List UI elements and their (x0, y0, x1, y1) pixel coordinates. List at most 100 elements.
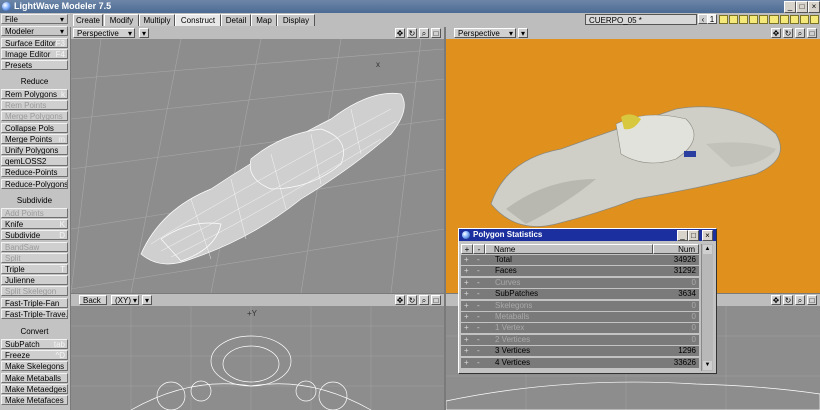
sidebar-tool-button[interactable]: Knife K (1, 219, 68, 230)
tab-modify[interactable]: Modify (104, 14, 139, 26)
rotate-icon[interactable]: ↻ (783, 295, 793, 305)
minus-icon[interactable]: - (477, 312, 480, 322)
plus-icon[interactable]: + (464, 266, 469, 276)
sidebar-tool-button[interactable]: Split (1, 252, 68, 263)
sidebar-tool-button[interactable]: Collapse Pols (1, 122, 68, 133)
plus-icon[interactable]: + (464, 358, 469, 368)
maximize-icon[interactable]: □ (431, 28, 441, 38)
sidebar-tool-button[interactable]: Reduce-Points (1, 167, 68, 178)
layer-button[interactable] (799, 15, 809, 24)
stats-row[interactable]: + - Curves 0 (461, 277, 699, 288)
sidebar-tool-button[interactable]: Fast-Triple-Fan (1, 297, 68, 308)
sidebar-tool-button[interactable]: Make Skelegons (1, 361, 68, 372)
view-type-dropdown[interactable]: Perspective ▾ (454, 28, 516, 38)
stats-row[interactable]: + - 4 Vertices 33626 (461, 357, 699, 368)
tab-display[interactable]: Display (277, 14, 315, 26)
file-menu[interactable]: File ▾ (1, 14, 68, 24)
axis-dropdown[interactable]: (XY) ▾ (111, 295, 139, 305)
minus-icon[interactable]: - (477, 358, 480, 368)
minus-icon[interactable]: - (477, 266, 480, 276)
sidebar-tool-button[interactable]: Split Skelegon (1, 286, 68, 297)
sidebar-tool-button[interactable]: Merge Polygons (1, 111, 68, 122)
minus-icon[interactable]: - (477, 255, 480, 265)
sidebar-tool-button[interactable]: Rem Points (1, 100, 68, 111)
minus-icon[interactable]: - (477, 346, 480, 356)
zoom-icon[interactable]: ⌕ (795, 295, 805, 305)
surface-editor-button[interactable]: Surface Editor F3 (1, 38, 68, 48)
tab-construct[interactable]: Construct (175, 14, 221, 26)
render-mode-dropdown-icon[interactable]: ▾ (139, 28, 149, 38)
modeler-menu[interactable]: Modeler ▾ (1, 26, 68, 36)
sidebar-tool-button[interactable]: Triple T (1, 264, 68, 274)
stats-row[interactable]: + - SubPatches 3634 (461, 289, 699, 300)
stats-row[interactable]: + - Skelegons 0 (461, 300, 699, 311)
stats-row[interactable]: + - Faces 31292 (461, 266, 699, 277)
move-icon[interactable]: ✥ (395, 28, 405, 38)
scroll-down-icon[interactable]: ▼ (703, 361, 712, 370)
layer-button[interactable] (719, 15, 729, 24)
sidebar-tool-button[interactable]: Merge Points m (1, 133, 68, 144)
dialog-scrollbar[interactable]: ▲ ▼ (701, 244, 713, 371)
maximize-icon[interactable]: □ (807, 28, 817, 38)
sidebar-tool-button[interactable]: Make Metaedges (1, 383, 68, 394)
minus-icon[interactable]: - (477, 323, 480, 333)
plus-icon[interactable]: + (464, 312, 469, 322)
maximize-icon[interactable]: □ (431, 295, 441, 305)
layer-button[interactable] (749, 15, 759, 24)
stats-row[interactable]: + - 1 Vertex 0 (461, 323, 699, 334)
sidebar-tool-button[interactable]: Make Metaballs (1, 372, 68, 383)
sidebar-tool-button[interactable]: Freeze ^D (1, 350, 68, 361)
move-icon[interactable]: ✥ (771, 295, 781, 305)
sidebar-tool-button[interactable]: Unify Polygons (1, 145, 68, 155)
sidebar-tool-button[interactable]: BandSaw (1, 241, 68, 252)
layer-button[interactable] (759, 15, 769, 24)
plus-icon[interactable]: + (464, 301, 469, 311)
plus-icon[interactable]: + (464, 289, 469, 299)
sidebar-tool-button[interactable]: Reduce-Polygons (1, 178, 68, 189)
move-icon[interactable]: ✥ (771, 28, 781, 38)
plus-icon[interactable]: + (464, 346, 469, 356)
header-name[interactable]: Name (485, 244, 653, 254)
maximize-icon[interactable]: □ (807, 295, 817, 305)
plus-icon[interactable]: + (464, 323, 469, 333)
render-mode-dropdown-icon[interactable]: ▾ (142, 295, 152, 305)
tab-detail[interactable]: Detail (221, 14, 251, 26)
move-icon[interactable]: ✥ (395, 295, 405, 305)
tab-multiply[interactable]: Multiply (139, 14, 175, 26)
layer-button[interactable] (729, 15, 739, 24)
sidebar-tool-button[interactable]: SubPatch tab (1, 339, 68, 349)
layer-button[interactable] (789, 15, 799, 24)
close-button[interactable]: × (808, 1, 820, 13)
plus-icon[interactable]: + (464, 335, 469, 345)
rotate-icon[interactable]: ↻ (407, 295, 417, 305)
minus-icon[interactable]: - (477, 289, 480, 299)
polygon-statistics-window[interactable]: Polygon Statistics _ □ × + - Name Num + -… (458, 228, 717, 374)
layer-button[interactable] (779, 15, 789, 24)
viewport-bottom-left[interactable]: Back (XY) ▾ ▾ ✥ ↻ ⌕ □ +Y (71, 294, 444, 410)
zoom-icon[interactable]: ⌕ (795, 28, 805, 38)
tab-create[interactable]: Create (73, 14, 103, 26)
stats-row[interactable]: + - Total 34926 (461, 255, 699, 265)
plus-icon[interactable]: + (464, 278, 469, 288)
sidebar-tool-button[interactable]: Julienne (1, 275, 68, 286)
image-editor-button[interactable]: Image Editor F4 (1, 49, 68, 59)
minus-icon[interactable]: - (477, 301, 480, 311)
stats-row[interactable]: + - 3 Vertices 1296 (461, 346, 699, 357)
layer-button[interactable] (769, 15, 779, 24)
dialog-minimize-button[interactable]: _ (677, 230, 688, 241)
view-type-dropdown[interactable]: Perspective ▾ (73, 28, 135, 38)
stats-row[interactable]: + - 2 Vertices 0 (461, 334, 699, 345)
sidebar-tool-button[interactable]: Add Points (1, 208, 68, 218)
sidebar-tool-button[interactable]: Subdivide D (1, 230, 68, 241)
sidebar-tool-button[interactable]: qemLOSS2 (1, 156, 68, 167)
minimize-button[interactable]: _ (784, 1, 796, 13)
tab-map[interactable]: Map (251, 14, 277, 26)
layer-button[interactable] (809, 15, 819, 24)
plus-icon[interactable]: + (464, 255, 469, 265)
header-num[interactable]: Num (653, 244, 699, 254)
sidebar-tool-button[interactable]: Rem Polygons k (1, 89, 68, 99)
zoom-icon[interactable]: ⌕ (419, 28, 429, 38)
rotate-icon[interactable]: ↻ (407, 28, 417, 38)
sidebar-tool-button[interactable]: Fast-Triple-Trave... (1, 308, 68, 319)
viewport-top-left[interactable]: Perspective ▾ ▾ ✥ ↻ ⌕ □ x (71, 27, 444, 293)
